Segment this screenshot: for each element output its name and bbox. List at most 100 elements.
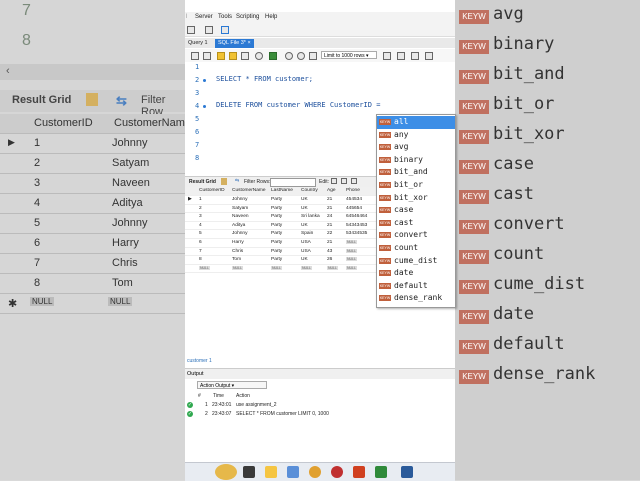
table-cell[interactable]: 22 [327,231,332,236]
autocomplete-item[interactable]: KEYW cast [377,217,455,230]
table-cell[interactable]: Johnny [232,197,247,202]
table-cell[interactable]: 43 [327,249,332,254]
result-grid-label[interactable]: Result Grid [189,179,216,185]
autocomplete-item[interactable]: KEYW default [377,280,455,293]
schema-icon[interactable] [187,26,195,34]
table-cell[interactable]: NULL [346,265,357,270]
table-cell[interactable]: 454534 [346,197,362,202]
column-header[interactable]: Age [327,188,336,193]
table-cell[interactable]: UK [301,257,308,262]
file-explorer-icon[interactable] [265,466,277,478]
autocomplete-item[interactable]: KEYW avg [377,141,455,154]
autocomplete-item[interactable]: KEYW all [377,116,455,129]
table-cell[interactable]: 24 [327,214,332,219]
table-cell[interactable]: 21 [327,223,332,228]
autocomplete-item[interactable]: KEYW any [377,129,455,142]
files-icon[interactable] [287,466,299,478]
autocomplete-item[interactable]: KEYW dense_rank [377,292,455,305]
edit-row-icon[interactable] [331,178,337,184]
table-cell[interactable]: USA [301,240,311,245]
powerpoint-icon[interactable] [353,466,365,478]
table-cell[interactable]: 54343453 [346,223,367,228]
autocomplete-item[interactable]: KEYW convert [377,229,455,242]
add-row-icon[interactable] [341,178,347,184]
output-row[interactable]: ✓ 2 23:43:07 SELECT * FROM customer LIMI… [185,410,455,419]
stop-icon[interactable] [255,52,263,60]
close-icon[interactable]: × [247,40,250,46]
table-cell[interactable]: 7 [199,249,202,254]
table-cell[interactable]: UK [301,223,308,228]
table-cell[interactable]: Party [271,249,282,254]
table-cell[interactable]: 21 [327,197,332,202]
table-cell[interactable]: NULL [346,257,357,262]
table-cell[interactable]: NULL [199,265,210,270]
reconnect-icon[interactable] [221,26,229,34]
table-cell[interactable]: NULL [232,265,243,270]
filter-rows-input[interactable] [270,178,316,187]
table-cell[interactable]: Party [271,257,282,262]
output-mode-select[interactable]: Action Output ▾ [197,381,267,389]
table-cell[interactable]: Spain [301,231,313,236]
table-cell[interactable]: 21 [327,206,332,211]
table-cell[interactable]: 4 [199,223,202,228]
weather-icon[interactable] [215,464,237,480]
commit-icon[interactable] [285,52,293,60]
table-cell[interactable]: 2 [199,206,202,211]
autocomplete-popup[interactable]: KEYW all KEYW any KEYW avg KEYW binary KEYW bit_a… [376,114,456,308]
table-cell[interactable]: 21 [327,240,332,245]
table-cell[interactable]: NULL [271,265,282,270]
autocomplete-item[interactable]: KEYW binary [377,154,455,167]
table-cell[interactable]: NULL [301,265,312,270]
table-cell[interactable]: 8 [199,257,202,262]
table-cell[interactable]: NULL [346,239,357,244]
autocomplete-item[interactable]: KEYW bit_and [377,166,455,179]
execute-current-icon[interactable] [229,52,237,60]
table-cell[interactable]: Aditya [232,223,245,228]
save-icon[interactable] [203,52,211,60]
tab-query-1[interactable]: Query 1 [185,39,211,48]
table-cell[interactable]: Party [271,240,282,245]
grid-icon[interactable] [221,178,227,185]
menu-server[interactable]: Server [195,14,213,20]
autocommit-icon[interactable] [309,52,317,60]
table-cell[interactable]: Party [271,214,282,219]
tab-sql-file-3[interactable]: SQL File 3* × [215,39,254,48]
delete-row-icon[interactable] [351,178,357,184]
autocomplete-item[interactable]: KEYW cume_dist [377,255,455,268]
table-cell[interactable]: 6 [199,240,202,245]
table-cell[interactable]: 26 [327,257,332,262]
record-icon[interactable] [331,466,343,478]
result-tab-customer[interactable]: customer 1 [187,358,212,364]
table-cell[interactable]: Harry [232,240,244,245]
table-cell[interactable]: NULL [327,265,338,270]
table-cell[interactable]: UK [301,197,308,202]
autocomplete-item[interactable]: KEYW bit_or [377,179,455,192]
excel-icon[interactable] [375,466,387,478]
table-cell[interactable]: 5 [199,231,202,236]
table-cell[interactable]: Party [271,197,282,202]
start-icon[interactable] [243,466,255,478]
rollback-icon[interactable] [297,52,305,60]
table-cell[interactable]: 1 [199,197,202,202]
autocomplete-item[interactable]: KEYW date [377,267,455,280]
table-cell[interactable]: NULL [346,248,357,253]
execute-icon[interactable] [217,52,225,60]
search-icon[interactable] [205,26,213,34]
find-icon[interactable] [397,52,405,60]
explain-icon[interactable] [241,52,249,60]
column-header[interactable]: Country [301,188,318,193]
table-cell[interactable]: Party [271,206,282,211]
table-cell[interactable]: UK [301,206,308,211]
table-cell[interactable]: Chris [232,249,243,254]
table-cell[interactable]: Naveen [232,214,249,219]
autocomplete-item[interactable]: KEYW bit_xor [377,192,455,205]
table-cell[interactable]: USA [301,249,311,254]
table-cell[interactable]: Satyam [232,206,248,211]
table-cell[interactable]: Johnny [232,231,247,236]
toggle-continue-icon[interactable] [269,52,277,60]
autocomplete-item[interactable]: KEYW case [377,204,455,217]
column-header[interactable]: Phone [346,188,360,193]
beautify-icon[interactable] [383,52,391,60]
autocomplete-item[interactable]: KEYW count [377,242,455,255]
chrome-icon[interactable] [309,466,321,478]
